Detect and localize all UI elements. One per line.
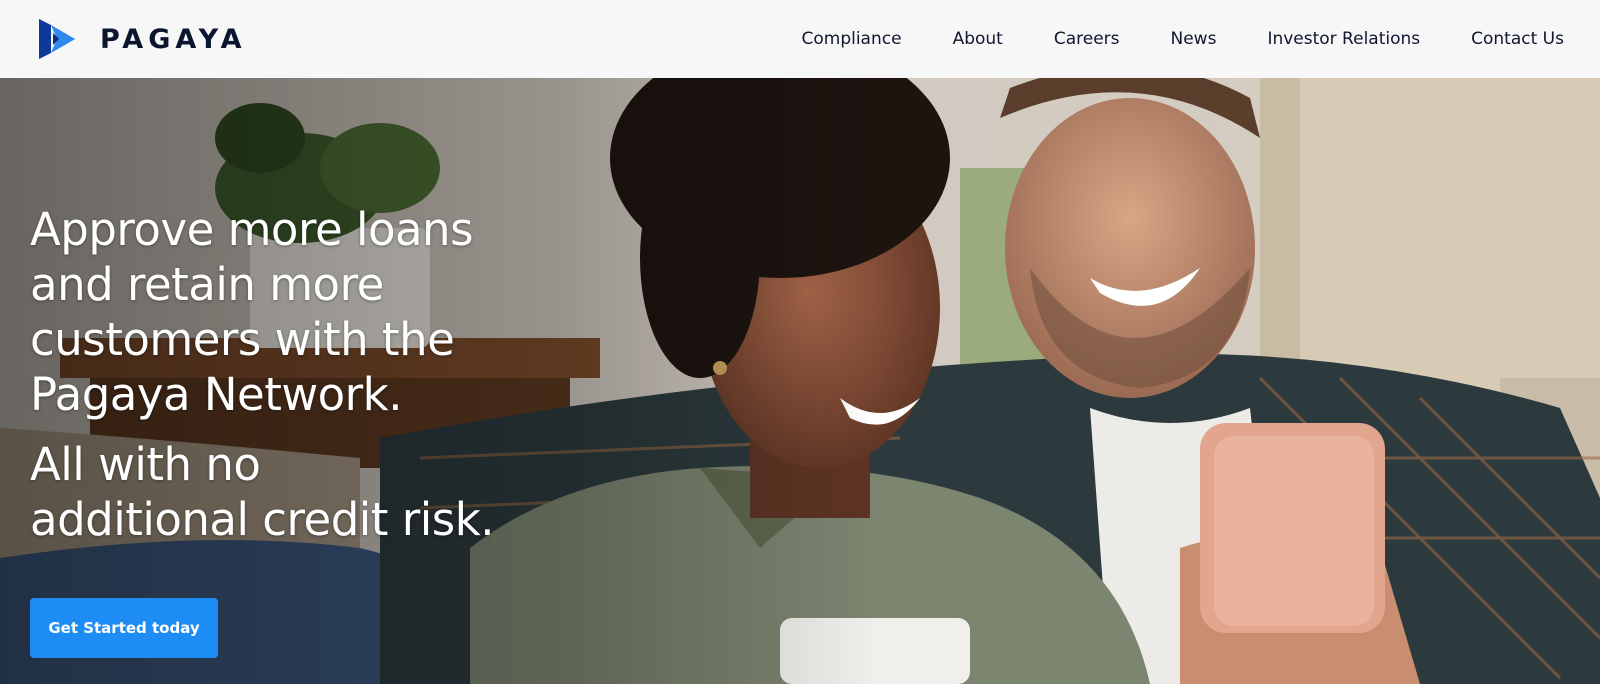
site-header: PAGAYA Compliance About Careers News Inv…: [0, 0, 1600, 78]
nav-item-contact-us[interactable]: Contact Us: [1471, 29, 1564, 49]
subheadline-line: All with no: [30, 438, 261, 491]
pagaya-play-triangle-icon: [39, 19, 75, 59]
hero-section: Approve more loans and retain more custo…: [0, 78, 1600, 684]
hero-headline: Approve more loans and retain more custo…: [30, 202, 590, 422]
headline-line: and retain more: [30, 258, 384, 311]
hero-copy: Approve more loans and retain more custo…: [30, 202, 590, 547]
nav-item-news[interactable]: News: [1171, 29, 1217, 49]
get-started-button[interactable]: Get Started today: [30, 598, 218, 658]
brand-logo[interactable]: PAGAYA: [36, 16, 247, 62]
nav-item-about[interactable]: About: [953, 29, 1003, 49]
headline-line: Approve more loans: [30, 203, 474, 256]
nav-item-investor-relations[interactable]: Investor Relations: [1267, 29, 1420, 49]
brand-name: PAGAYA: [100, 23, 247, 55]
hero-subheadline: All with no additional credit risk.: [30, 437, 590, 547]
headline-line: customers with the: [30, 313, 455, 366]
main-nav: Compliance About Careers News Investor R…: [801, 29, 1564, 49]
headline-line: Pagaya Network.: [30, 368, 403, 421]
nav-item-compliance[interactable]: Compliance: [801, 29, 901, 49]
nav-item-careers[interactable]: Careers: [1054, 29, 1120, 49]
subheadline-line: additional credit risk.: [30, 493, 495, 546]
